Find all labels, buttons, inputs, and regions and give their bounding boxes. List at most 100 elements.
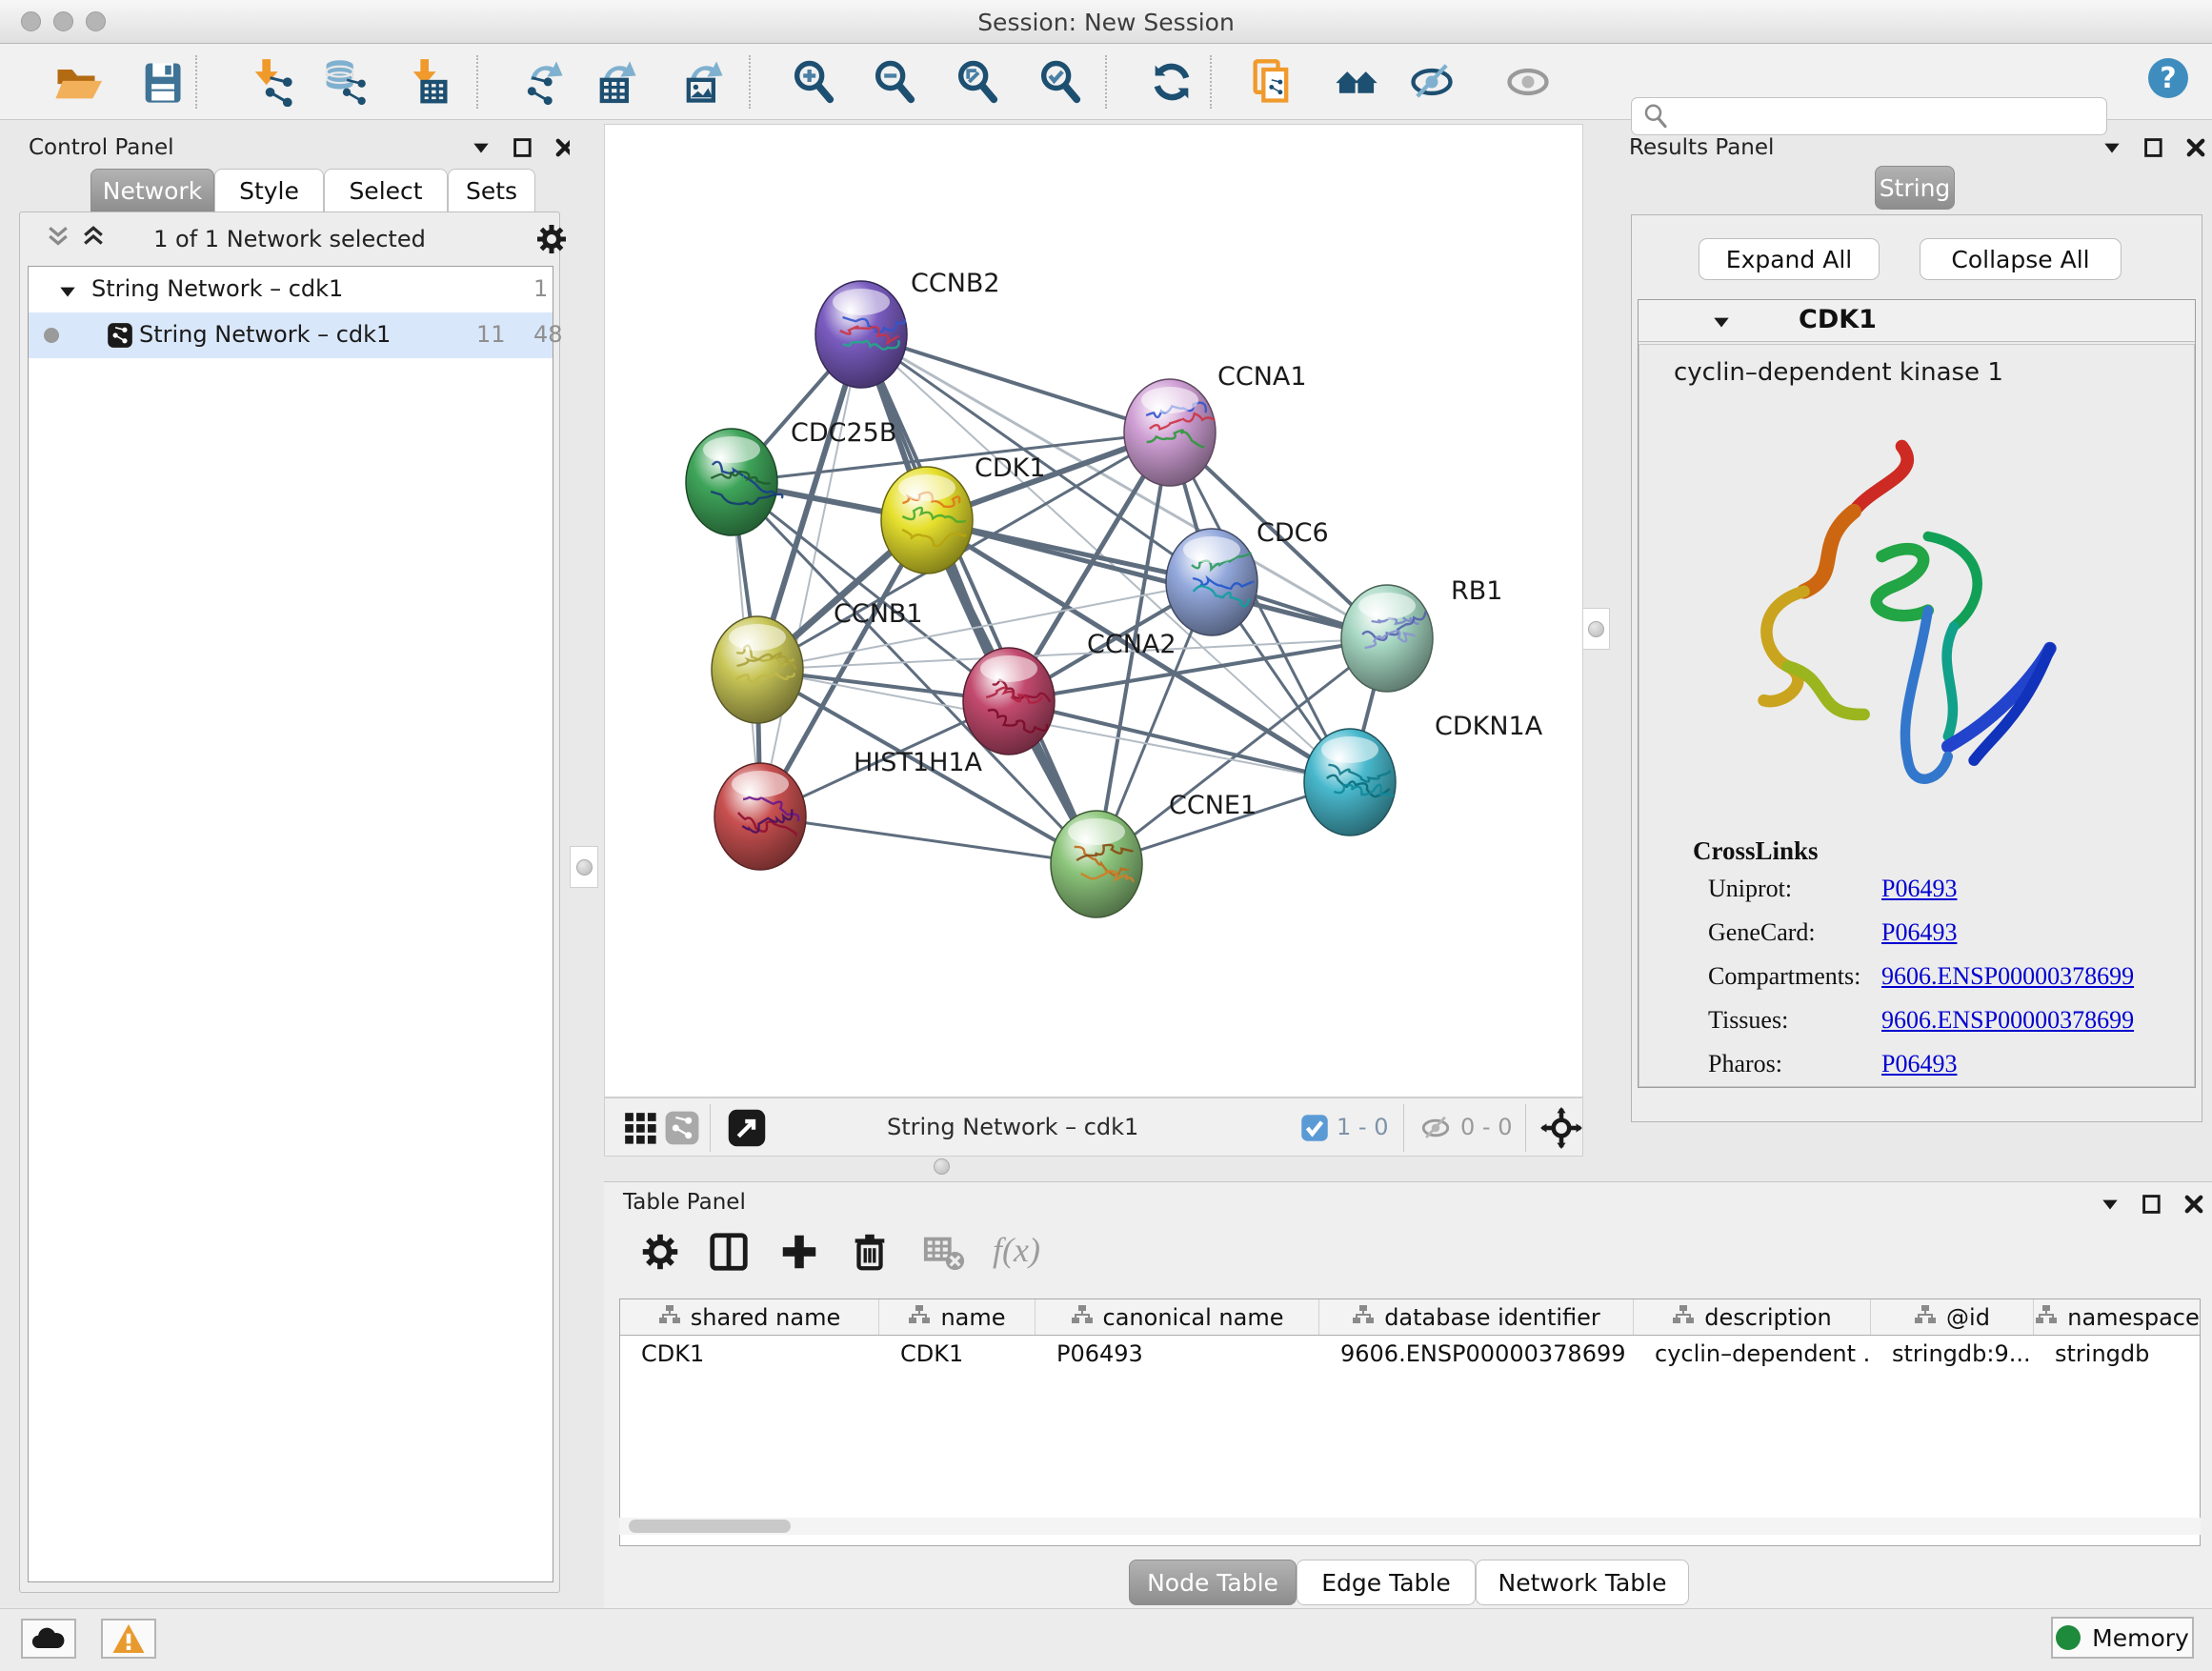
import-network-from-database-icon[interactable] xyxy=(317,57,371,107)
add-column-icon[interactable] xyxy=(777,1230,827,1279)
tab-string[interactable]: String xyxy=(1875,166,1955,210)
duplicate-network-icon[interactable] xyxy=(1245,57,1298,107)
hide-selected-icon[interactable] xyxy=(1405,57,1458,107)
memory-button[interactable]: Memory xyxy=(2051,1617,2194,1659)
panel-close-icon[interactable] xyxy=(2180,1190,2208,1218)
edge-CCNA2-CDKN1A[interactable] xyxy=(1009,701,1350,782)
export-network-icon[interactable] xyxy=(516,57,570,107)
network-row-selected[interactable]: String Network – cdk1 11 48 xyxy=(29,312,553,358)
section-expand-icon[interactable] xyxy=(1711,312,1732,336)
delete-column-icon[interactable] xyxy=(848,1230,897,1279)
expand-all-button[interactable]: Expand All xyxy=(1699,238,1880,280)
open-session-icon[interactable] xyxy=(50,57,103,107)
node-CCNA1[interactable]: CCNA1 xyxy=(1124,362,1307,486)
panel-float-icon[interactable] xyxy=(509,133,537,162)
node-HIST1H1A[interactable]: HIST1H1A xyxy=(714,748,983,870)
cloud-button[interactable] xyxy=(21,1619,76,1659)
export-table-icon[interactable] xyxy=(590,57,643,107)
table-cell[interactable]: P06493 xyxy=(1036,1336,1319,1372)
table-row[interactable]: CDK1CDK1P064939606.ENSP00000378699cyclin… xyxy=(620,1336,2200,1372)
hidden-eye-icon[interactable] xyxy=(1417,1112,1455,1148)
column-header-canonicalname[interactable]: canonical name xyxy=(1036,1299,1319,1335)
network-graph[interactable]: CCNB2 CCNA1 CDC25B CDK1 CDC6 RB1 CCNB1 C… xyxy=(605,125,1584,1098)
selected-node-edge-count: 1 - 0 xyxy=(1337,1114,1388,1140)
warnings-button[interactable] xyxy=(101,1619,156,1659)
edge-CCNB2-HIST1H1A[interactable] xyxy=(760,334,861,816)
show-columns-icon[interactable] xyxy=(707,1230,756,1279)
crosslink-link[interactable]: P06493 xyxy=(1881,1050,1957,1078)
collapse-all-button[interactable]: Collapse All xyxy=(1920,238,2122,280)
string-network-icon xyxy=(107,322,133,354)
node-RB1[interactable]: RB1 xyxy=(1341,576,1502,692)
crosslink-link[interactable]: P06493 xyxy=(1881,875,1957,903)
tab-style[interactable]: Style xyxy=(214,169,324,212)
zoom-in-icon[interactable] xyxy=(787,57,840,107)
node-CCNE1[interactable]: CCNE1 xyxy=(1051,791,1257,917)
table-cell[interactable]: cyclin–dependent ... xyxy=(1634,1336,1871,1372)
column-header-id[interactable]: @id xyxy=(1871,1299,2034,1335)
birdseye-crosshair-icon[interactable] xyxy=(1540,1107,1582,1153)
crosslink-link[interactable]: 9606.ENSP00000378699 xyxy=(1881,962,2134,991)
table-cell[interactable]: stringdb:9... xyxy=(1871,1336,2034,1372)
zoom-fit-content-icon[interactable] xyxy=(951,57,1004,107)
node-CDC25B[interactable]: CDC25B xyxy=(686,418,896,535)
table-cell[interactable]: stringdb xyxy=(2034,1336,2201,1372)
scrollbar-thumb[interactable] xyxy=(629,1520,791,1533)
panel-float-icon[interactable] xyxy=(2138,1190,2166,1218)
zoom-out-icon[interactable] xyxy=(868,57,921,107)
column-header-databaseidentifier[interactable]: database identifier xyxy=(1319,1299,1634,1335)
column-header-description[interactable]: description xyxy=(1634,1299,1871,1335)
node-label-CCNB2: CCNB2 xyxy=(911,269,1000,298)
node-table[interactable]: shared namenamecanonical name database id… xyxy=(619,1299,2201,1546)
panel-collapse-icon[interactable] xyxy=(467,133,495,162)
panel-float-icon[interactable] xyxy=(2140,133,2168,162)
save-session-icon[interactable] xyxy=(135,57,189,107)
zoom-selected-region-icon[interactable] xyxy=(1034,57,1087,107)
crosslink-link[interactable]: 9606.ENSP00000378699 xyxy=(1881,1006,2134,1035)
export-image-icon[interactable] xyxy=(676,57,730,107)
node-label-CCNA1: CCNA1 xyxy=(1217,362,1307,392)
network-share-icon[interactable] xyxy=(664,1110,700,1150)
panel-close-icon[interactable] xyxy=(2182,133,2210,162)
panel-collapse-icon[interactable] xyxy=(2098,133,2126,162)
tab-network-table[interactable]: Network Table xyxy=(1476,1560,1689,1605)
svg-text:?: ? xyxy=(2160,62,2176,95)
selected-checkbox-icon[interactable] xyxy=(1300,1114,1329,1146)
tab-node-table[interactable]: Node Table xyxy=(1129,1560,1297,1605)
first-neighbors-icon[interactable] xyxy=(1330,57,1383,107)
table-cell[interactable]: CDK1 xyxy=(879,1336,1036,1372)
network-collection-label: String Network – cdk1 xyxy=(91,275,343,302)
node-CDK1[interactable]: CDK1 xyxy=(881,453,1046,574)
panel-collapse-icon[interactable] xyxy=(2096,1190,2124,1218)
node-CDKN1A[interactable]: CDKN1A xyxy=(1304,712,1543,836)
refresh-view-icon[interactable] xyxy=(1145,57,1198,107)
tab-select[interactable]: Select xyxy=(324,169,448,212)
table-horizontal-scrollbar[interactable] xyxy=(619,1518,2201,1535)
left-splitter[interactable] xyxy=(570,124,598,1608)
column-header-namespace[interactable]: namespace xyxy=(2034,1299,2201,1335)
right-splitter[interactable] xyxy=(1581,124,1610,1158)
column-header-name[interactable]: name xyxy=(879,1299,1036,1335)
help-button[interactable]: ? xyxy=(2145,55,2199,105)
edge-CCNB2-CCNA1[interactable] xyxy=(861,334,1170,433)
crosslink-link[interactable]: P06493 xyxy=(1881,918,1957,947)
table-options-gear-icon[interactable] xyxy=(638,1230,688,1279)
tree-expand-icon[interactable] xyxy=(57,281,78,308)
table-cell[interactable]: CDK1 xyxy=(620,1336,879,1372)
detach-view-icon[interactable] xyxy=(727,1108,767,1152)
import-network-from-file-icon[interactable] xyxy=(244,57,297,107)
network-collection-row[interactable]: String Network – cdk1 1 xyxy=(29,267,553,312)
network-canvas[interactable]: CCNB2 CCNA1 CDC25B CDK1 CDC6 RB1 CCNB1 C… xyxy=(604,124,1583,1097)
import-table-from-file-icon[interactable] xyxy=(402,57,455,107)
column-label: description xyxy=(1704,1304,1831,1331)
tab-sets[interactable]: Sets xyxy=(448,169,535,212)
tab-edge-table[interactable]: Edge Table xyxy=(1297,1560,1476,1605)
tab-network[interactable]: Network xyxy=(90,169,214,212)
column-header-sharedname[interactable]: shared name xyxy=(620,1299,879,1335)
grid-mode-icon[interactable] xyxy=(622,1110,658,1150)
edge-HIST1H1A-CCNE1[interactable] xyxy=(760,816,1096,864)
options-gear-icon[interactable] xyxy=(533,220,571,262)
horizontal-splitter[interactable] xyxy=(934,1158,950,1175)
table-cell[interactable]: 9606.ENSP00000378699 xyxy=(1319,1336,1634,1372)
column-label: database identifier xyxy=(1384,1304,1600,1331)
